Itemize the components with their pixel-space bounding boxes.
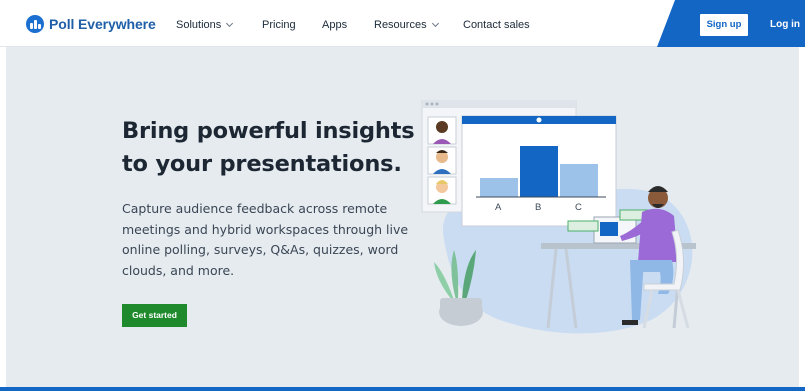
- get-started-button[interactable]: Get started: [122, 304, 187, 327]
- hero-title: Bring powerful insights to your presenta…: [122, 118, 415, 177]
- nav-item-contact-sales[interactable]: Contact sales: [463, 19, 530, 31]
- site-header: Poll Everywhere Solutions Pricing Apps R…: [0, 0, 805, 47]
- nav-item-label: Solutions: [176, 19, 222, 31]
- chart-bar: [520, 146, 558, 197]
- nav-item-label: Contact sales: [463, 19, 530, 31]
- nav-item-apps[interactable]: Apps: [322, 19, 347, 31]
- avatar-list: [427, 116, 457, 205]
- hero-subtitle: Capture audience feedback across remote …: [122, 201, 409, 278]
- hero-illustration: A B C: [421, 100, 696, 334]
- bar-label-c: C: [575, 202, 582, 213]
- page-margin-left: [0, 47, 6, 387]
- log-in-link[interactable]: Log in: [770, 19, 800, 30]
- nav-item-pricing[interactable]: Pricing: [262, 19, 296, 31]
- nav-item-label: Resources: [374, 19, 427, 31]
- logo-icon: [26, 15, 44, 33]
- brand-name: Poll Everywhere: [49, 16, 156, 32]
- nav-item-label: Apps: [322, 19, 348, 31]
- bar-label-a: A: [495, 202, 502, 213]
- sign-up-button[interactable]: Sign up: [700, 14, 748, 36]
- poll-results-window: A B C: [461, 115, 617, 227]
- nav-item-resources[interactable]: Resources: [374, 19, 439, 31]
- chart-bar: [480, 178, 518, 197]
- nav-item-solutions[interactable]: Solutions: [176, 19, 234, 31]
- brand-logo[interactable]: Poll Everywhere: [26, 15, 156, 33]
- chevron-down-icon: [226, 19, 234, 28]
- hero-section: Bring powerful insights to your presenta…: [0, 47, 805, 387]
- bar-label-b: B: [535, 202, 541, 213]
- page-margin-right: [799, 47, 805, 387]
- chart-bar: [560, 164, 598, 197]
- nav-item-label: Pricing: [262, 19, 296, 31]
- section-divider: [0, 387, 805, 391]
- chevron-down-icon: [431, 19, 439, 28]
